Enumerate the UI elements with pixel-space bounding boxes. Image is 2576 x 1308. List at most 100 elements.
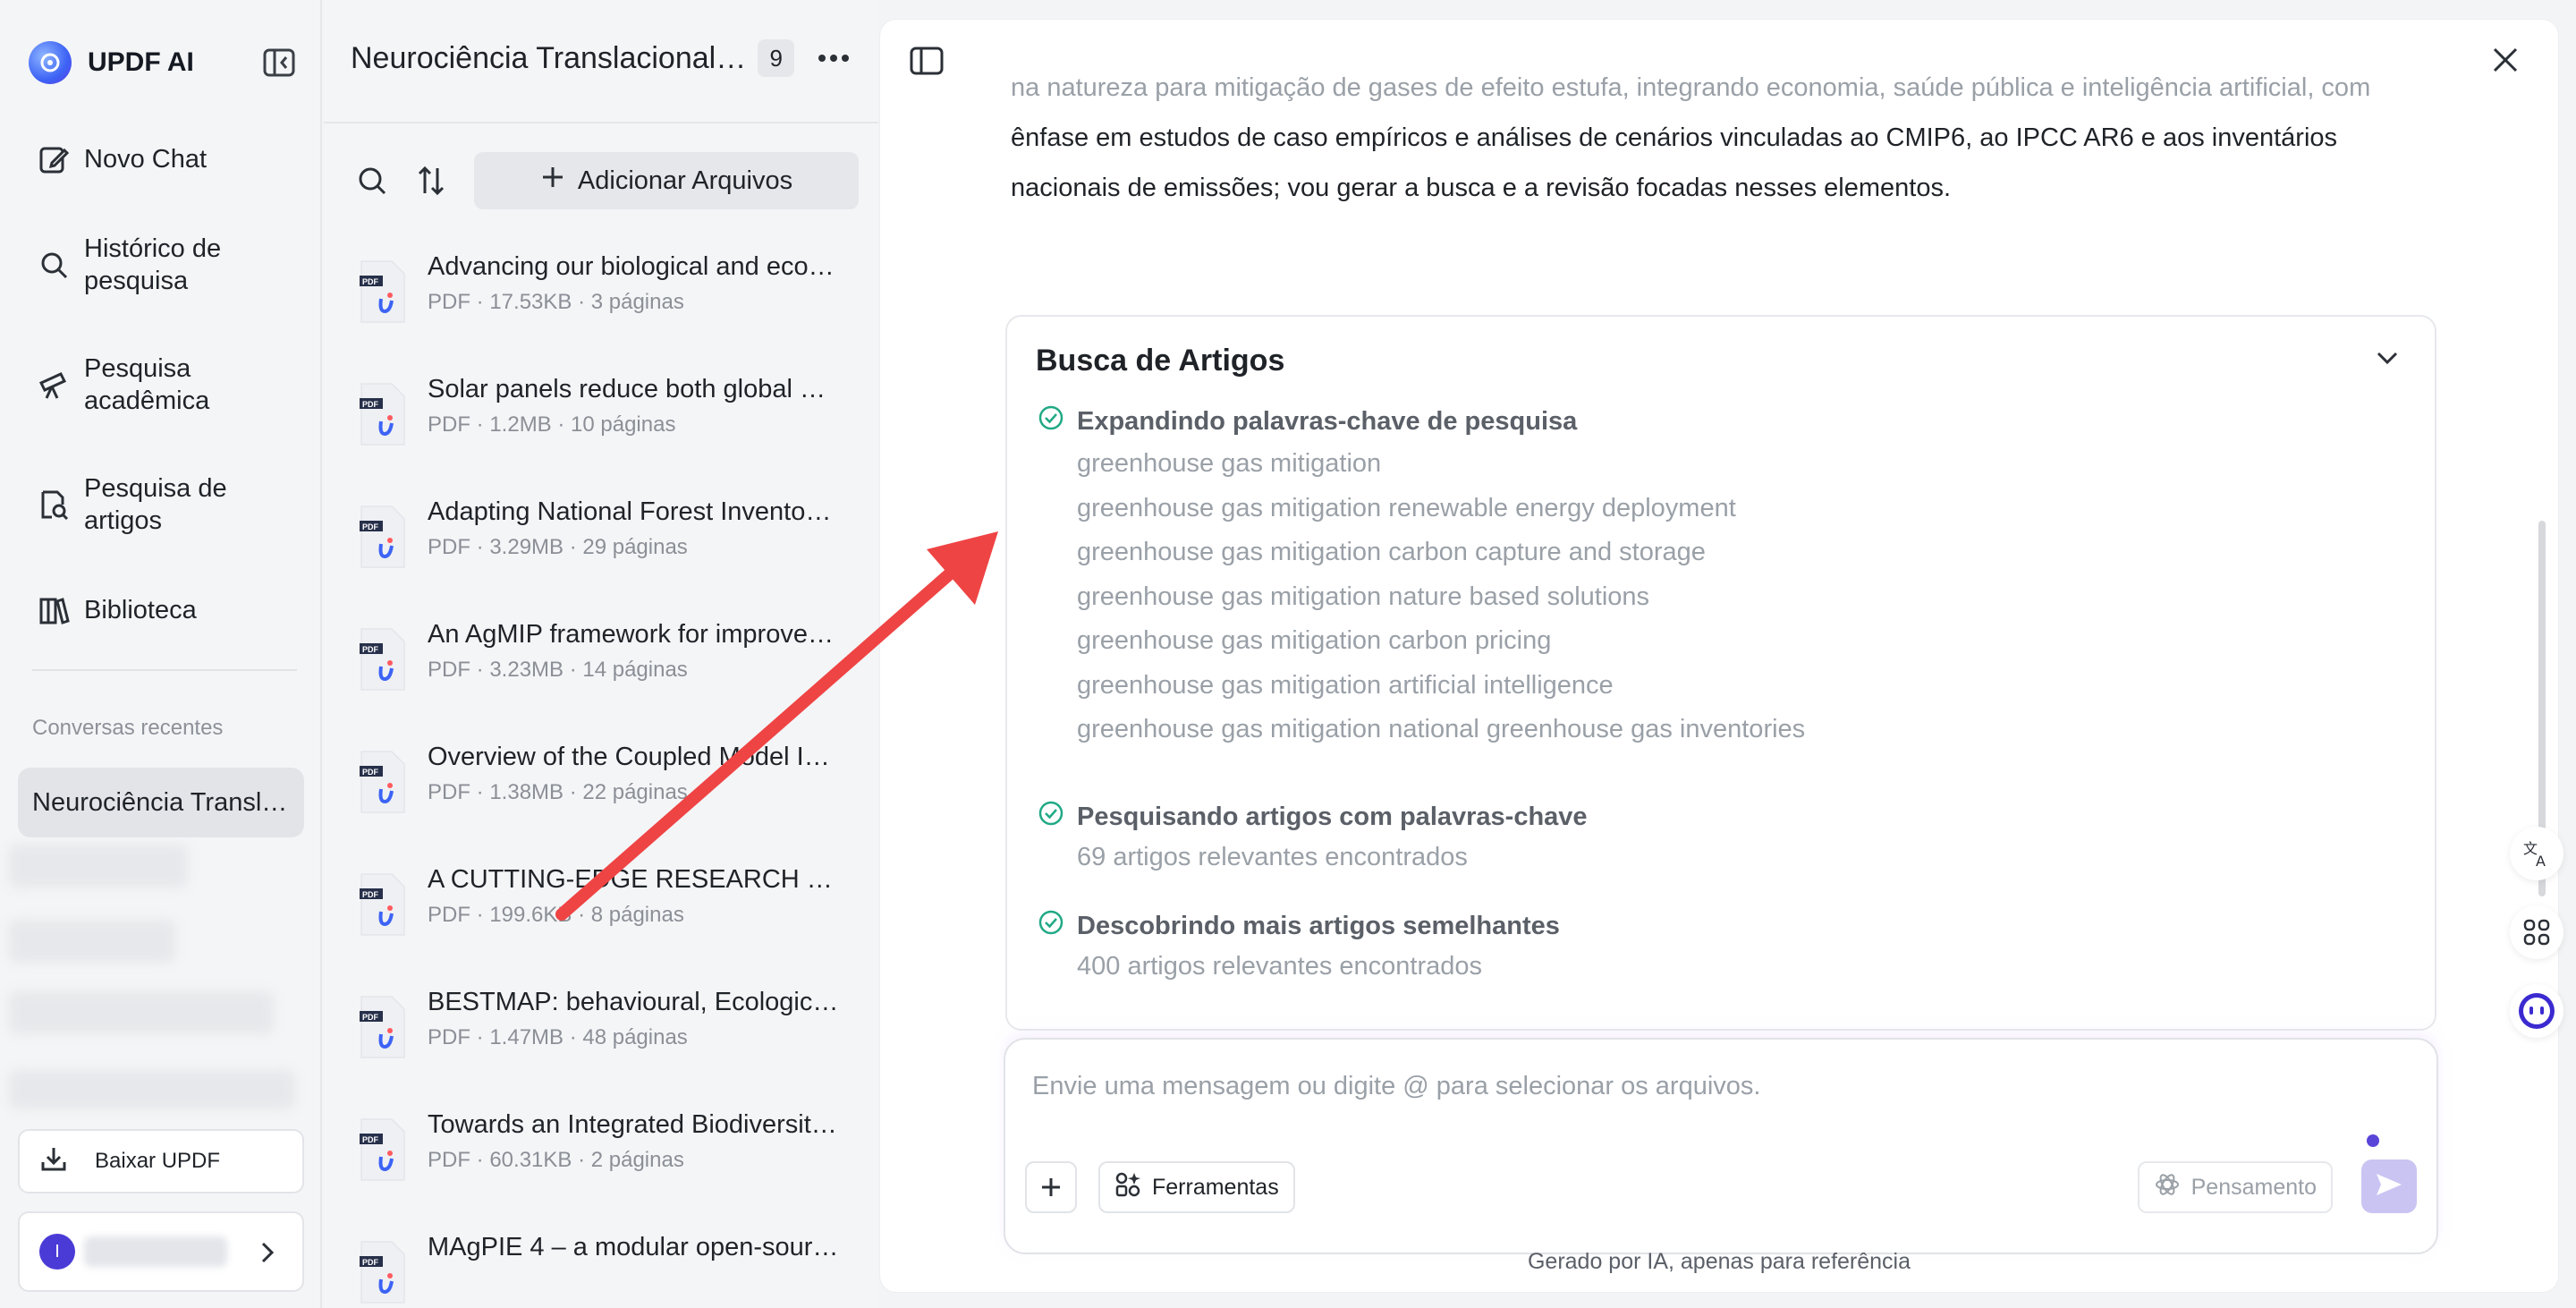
close-icon[interactable] (2490, 45, 2533, 88)
ai-disclaimer: Gerado por IA, apenas para referência (1527, 1249, 1911, 1274)
nav-label: Histórico de pesquisa (84, 234, 222, 295)
more-options-icon[interactable] (816, 40, 852, 76)
blurred-recent-item[interactable] (9, 991, 274, 1034)
tools-button[interactable]: Ferramentas (1098, 1161, 1295, 1213)
thinking-label: Pensamento (2190, 1174, 2317, 1200)
answer-line: na natureza para mitigação de gases de e… (1011, 73, 2371, 102)
answer-line: nacionais de emissões; vou gerar a busca… (1011, 174, 1952, 202)
svg-text:PDF: PDF (362, 400, 379, 409)
file-item[interactable]: PDF An AgMIP framework for improved agric… (358, 616, 859, 739)
pdf-file-icon: PDF (358, 259, 408, 324)
recent-chat-item-active[interactable]: Neurociência Translacional e ... (18, 768, 304, 837)
file-item[interactable]: PDF A CUTTING-EDGE RESEARCH ON CLIMATE PDF… (358, 862, 859, 984)
svg-text:PDF: PDF (362, 645, 379, 654)
updf-logo-icon (29, 41, 72, 84)
left-sidebar: UPDF AI Novo Chat Histórico de pesquisa … (0, 0, 322, 1308)
keyword-item: greenhouse gas mitigation renewable ener… (1077, 493, 1736, 522)
user-account[interactable]: I (18, 1211, 304, 1292)
answer-line: ênfase em estudos de caso empíricos e an… (1011, 123, 2338, 152)
files-divider (324, 122, 878, 123)
blurred-recent-item[interactable] (9, 920, 175, 963)
thinking-toggle[interactable]: Pensamento (2137, 1161, 2333, 1213)
file-item[interactable]: PDF BESTMAP: behavioural, Ecological and … (358, 984, 859, 1107)
file-info: PDF · 199.6KB · 8 páginas (428, 903, 684, 927)
file-item[interactable]: PDF Solar panels reduce both global warmi… (358, 371, 859, 494)
file-info: PDF · 60.31KB · 2 páginas (428, 1148, 684, 1172)
search-icon[interactable] (351, 159, 394, 202)
step-title: Expandindo palavras-chave de pesquisa (1077, 406, 1578, 436)
check-circle-icon (1038, 800, 1064, 834)
pdf-file-icon: PDF (358, 627, 408, 692)
blurred-recent-item[interactable] (9, 1070, 295, 1109)
file-info: PDF · 1.47MB · 48 páginas (428, 1025, 688, 1049)
search-icon (36, 247, 72, 283)
file-meta: MAgPIE 4 – a modular open-source framewo… (428, 1229, 839, 1270)
file-meta: BESTMAP: behavioural, Ecological and Soc… (428, 984, 839, 1050)
chevron-down-icon[interactable] (2376, 351, 2399, 369)
status-dot (2367, 1134, 2379, 1147)
file-item[interactable]: PDF Adapting National Forest Inventories … (358, 494, 859, 616)
chevron-right-icon (256, 1240, 277, 1270)
file-info: PDF · 3.23MB · 14 páginas (428, 658, 688, 682)
keyword-item: greenhouse gas mitigation nature based s… (1077, 582, 1650, 611)
step-result: 400 artigos relevantes encontrados (1077, 952, 1483, 981)
edit-icon (36, 141, 72, 177)
tools-label: Ferramentas (1152, 1174, 1279, 1200)
download-label: Baixar UPDF (95, 1149, 221, 1173)
nav-search-history[interactable]: Histórico de pesquisa (18, 217, 304, 313)
nav-academic-search[interactable]: Pesquisa acadêmica (18, 336, 304, 433)
nav-label: Pesquisa acadêmica (84, 354, 210, 415)
file-meta: A CUTTING-EDGE RESEARCH ON CLIMATE PDF · … (428, 862, 839, 928)
keyword-item: greenhouse gas mitigation carbon pricing (1077, 626, 1552, 655)
step-header: Pesquisando artigos com palavras-chave (1038, 800, 1588, 834)
pdf-file-icon: PDF (358, 382, 408, 446)
translate-icon[interactable]: 文A (2510, 827, 2563, 880)
attach-button[interactable] (1025, 1161, 1077, 1213)
file-list: PDF Advancing our biological and ecologic… (358, 249, 859, 1308)
add-files-button[interactable]: Adicionar Arquivos (474, 152, 859, 209)
message-input[interactable]: Envie uma mensagem ou digite @ para sele… (1032, 1072, 1760, 1101)
sidebar-divider (32, 669, 297, 671)
nav-article-search[interactable]: Pesquisa de artigos (18, 456, 304, 553)
nav-library[interactable]: Biblioteca (18, 576, 304, 644)
file-item[interactable]: PDF Overview of the Coupled Model Interco… (358, 739, 859, 862)
apps-grid-icon[interactable] (2510, 905, 2563, 959)
project-title[interactable]: Neurociência Translacional e Energia (351, 41, 749, 76)
download-updf-button[interactable]: Baixar UPDF (18, 1129, 304, 1193)
step-header: Expandindo palavras-chave de pesquisa (1038, 404, 1805, 438)
svg-text:PDF: PDF (362, 768, 379, 777)
file-info: PDF · 1.38MB · 22 páginas (428, 780, 688, 804)
file-name: Overview of the Coupled Model Intercompa… (428, 743, 839, 771)
step-similar-articles: Descobrindo mais artigos semelhantes 400… (1038, 909, 1560, 989)
blurred-recent-item[interactable] (9, 845, 188, 888)
nav-label: Biblioteca (84, 596, 197, 624)
check-circle-icon (1038, 404, 1064, 438)
file-item[interactable]: PDF MAgPIE 4 – a modular open-source fram… (358, 1229, 859, 1308)
send-button[interactable] (2361, 1159, 2417, 1213)
files-toolbar: Adicionar Arquivos (351, 152, 859, 209)
collapse-sidebar-icon[interactable] (261, 47, 297, 79)
step-title: Pesquisando artigos com palavras-chave (1077, 802, 1588, 831)
files-header: Neurociência Translacional e Energia 9 (351, 39, 852, 77)
keyword-list: greenhouse gas mitigation greenhouse gas … (1038, 442, 1805, 752)
card-fade (1007, 993, 2435, 1029)
file-name: BESTMAP: behavioural, Ecological and Soc… (428, 988, 839, 1016)
pdf-file-icon: PDF (358, 505, 408, 569)
keyword-item: greenhouse gas mitigation carbon capture… (1077, 538, 1706, 566)
file-name: MAgPIE 4 – a modular open-source framewo… (428, 1233, 839, 1261)
step-search-articles: Pesquisando artigos com palavras-chave 6… (1038, 800, 1588, 880)
file-item[interactable]: PDF Advancing our biological and ecologic… (358, 249, 859, 371)
sort-icon[interactable] (410, 159, 453, 202)
ai-assistant-icon[interactable] (2510, 984, 2563, 1038)
file-item[interactable]: PDF Towards an Integrated Biodiversity an… (358, 1107, 859, 1229)
file-name: Solar panels reduce both global warming … (428, 375, 839, 403)
file-name: Towards an Integrated Biodiversity and E… (428, 1110, 839, 1139)
toggle-panel-icon[interactable] (909, 45, 952, 88)
file-meta: An AgMIP framework for improved agricult… (428, 616, 839, 683)
file-name: An AgMIP framework for improved agricult… (428, 620, 839, 649)
file-name: A CUTTING-EDGE RESEARCH ON CLIMATE (428, 865, 839, 894)
nav-new-chat[interactable]: Novo Chat (18, 125, 304, 193)
brand[interactable]: UPDF AI (29, 41, 194, 84)
keyword-item: greenhouse gas mitigation (1077, 449, 1382, 478)
download-icon (39, 1144, 68, 1179)
